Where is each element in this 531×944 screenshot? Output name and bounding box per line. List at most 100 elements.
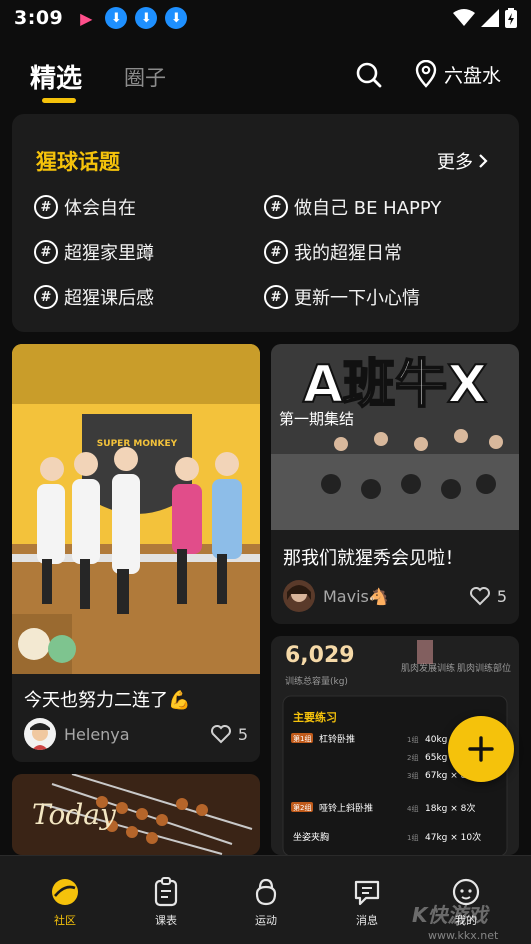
post-photo: SUPER MONKEY — [12, 344, 260, 674]
hashtag-icon: # — [264, 285, 288, 309]
planet-icon — [52, 879, 78, 905]
post-card[interactable]: Today — [12, 774, 260, 855]
kettlebell-icon — [255, 878, 277, 906]
gym-logo-text: SUPER MONKEY — [97, 439, 178, 449]
exercise-name: 哑铃上斜卧推 — [319, 802, 373, 814]
stats-value: 6,029 — [285, 643, 355, 668]
download-icon: ⬇ — [165, 7, 188, 29]
post-photo: A班牛X 第一期集结 — [271, 344, 519, 530]
hashtag-icon: # — [264, 240, 288, 264]
watermark-url: www.kkx.net — [428, 929, 499, 942]
clipboard-icon — [154, 877, 178, 907]
location-pin-icon — [415, 60, 437, 88]
photo-caption: Today — [32, 798, 117, 831]
topic-item[interactable]: # 更新一下小心情 — [264, 284, 420, 310]
video-app-icon: ▶ — [80, 8, 93, 28]
avatar-image — [283, 580, 315, 612]
hashtag-icon: # — [264, 195, 288, 219]
chevron-right-icon — [479, 154, 488, 168]
status-bar: 3:09 ▶ ⬇ ⬇ ⬇ — [0, 0, 531, 36]
avatar[interactable] — [283, 580, 315, 612]
post-title: 那我们就猩秀会见啦！ — [283, 548, 463, 569]
hashtag-icon: # — [34, 240, 58, 264]
topic-item[interactable]: # 超猩课后感 — [34, 284, 154, 310]
download-icon: ⬇ — [105, 7, 128, 29]
set-label: 1组 — [407, 735, 418, 744]
system-icons — [453, 8, 517, 28]
topic-item[interactable]: # 超猩家里蹲 — [34, 239, 154, 265]
post-meta: Mavis🐴 5 — [283, 580, 507, 612]
tab-indicator — [42, 98, 76, 103]
nav-item-exercise[interactable]: 运动 — [236, 876, 296, 928]
heart-icon — [469, 587, 490, 606]
watermark: K快游戏 — [412, 903, 488, 927]
topic-item[interactable]: # 做自己 BE HAPPY — [264, 194, 441, 220]
banner-text: A班牛X — [303, 355, 487, 415]
nav-label: 运动 — [255, 914, 277, 927]
topic-label: 超猩课后感 — [64, 288, 154, 309]
topics-title: 猩球话题 — [36, 150, 120, 174]
like-count: 5 — [237, 724, 248, 744]
set-value: 47kg × 10次 — [425, 831, 481, 843]
nav-item-messages[interactable]: 消息 — [337, 876, 397, 928]
avatar[interactable] — [24, 718, 56, 750]
set-label: 2组 — [407, 753, 418, 762]
topics-card: 猩球话题 更多 # 体会自在 # 做自己 BE HAPPY # 超猩家里蹲 # 我的超猩… — [12, 114, 519, 332]
like-button[interactable]: 5 — [210, 724, 248, 744]
more-topics-button[interactable]: 更多 — [437, 148, 489, 174]
topic-item[interactable]: # 体会自在 — [34, 194, 136, 220]
set-label: 1组 — [407, 833, 418, 842]
topic-label: 更新一下小心情 — [294, 288, 420, 309]
search-button[interactable] — [354, 60, 384, 90]
location-button[interactable]: 六盘水 — [414, 60, 501, 88]
post-meta: Helenya 5 — [24, 718, 248, 750]
post-card[interactable]: A班牛X 第一期集结 那我们就猩秀会见啦！ Mavis🐴 5 — [271, 344, 519, 624]
post-title: 今天也努力二连了💪 — [24, 690, 191, 711]
create-post-button[interactable] — [448, 716, 514, 782]
notification-icons: ▶ ⬇ ⬇ ⬇ — [75, 7, 188, 29]
set-label: 4组 — [407, 804, 418, 813]
signal-icon — [481, 9, 499, 27]
like-button[interactable]: 5 — [469, 586, 507, 606]
like-count: 5 — [496, 586, 507, 606]
tab-circles[interactable]: 圈子 — [124, 62, 166, 92]
heart-icon — [210, 725, 231, 744]
plus-icon — [468, 736, 494, 762]
topic-label: 我的超猩日常 — [294, 243, 402, 264]
nav-item-schedule[interactable]: 课表 — [136, 876, 196, 928]
chat-icon — [354, 880, 380, 906]
hashtag-icon: # — [34, 195, 58, 219]
author-name[interactable]: Mavis🐴 — [323, 587, 389, 606]
exercise-name: 坐姿夹胸 — [293, 831, 329, 843]
avatar-image — [24, 718, 56, 750]
wifi-icon — [453, 9, 475, 26]
download-icon: ⬇ — [135, 7, 158, 29]
post-card[interactable]: SUPER MONKEY 今天也努力二连了💪 Helenya 5 — [12, 344, 260, 762]
post-photo: Today — [12, 774, 260, 855]
battery-icon — [505, 8, 517, 28]
topic-label: 体会自在 — [64, 198, 136, 219]
stats-label: 训练总容量(kg) — [285, 675, 348, 687]
nav-label: 社区 — [54, 914, 76, 927]
section-title: 主要练习 — [293, 710, 337, 724]
more-label: 更多 — [437, 152, 473, 173]
exercise-tag: 第1组 — [293, 734, 311, 743]
set-value: 18kg × 8次 — [425, 802, 475, 814]
status-time: 3:09 — [14, 7, 64, 29]
tab-featured[interactable]: 精选 — [30, 58, 82, 95]
topic-label: 做自己 BE HAPPY — [294, 198, 442, 219]
set-label: 3组 — [407, 771, 418, 780]
nav-label: 消息 — [356, 914, 378, 927]
banner-subtext: 第一期集结 — [279, 410, 354, 428]
exercise-name: 杠铃卧推 — [319, 733, 355, 745]
nav-label: 课表 — [155, 914, 177, 927]
topic-item[interactable]: # 我的超猩日常 — [264, 239, 402, 265]
search-icon — [356, 62, 382, 88]
location-label: 六盘水 — [444, 64, 502, 87]
bottom-nav: 社区 课表 运动 消息 我的 K快游戏 www.kkx.net — [0, 855, 531, 944]
nav-item-community[interactable]: 社区 — [35, 876, 95, 928]
hashtag-icon: # — [34, 285, 58, 309]
top-nav: 精选 圈子 六盘水 — [0, 48, 531, 108]
author-name[interactable]: Helenya — [64, 725, 130, 744]
topic-label: 超猩家里蹲 — [64, 243, 154, 264]
